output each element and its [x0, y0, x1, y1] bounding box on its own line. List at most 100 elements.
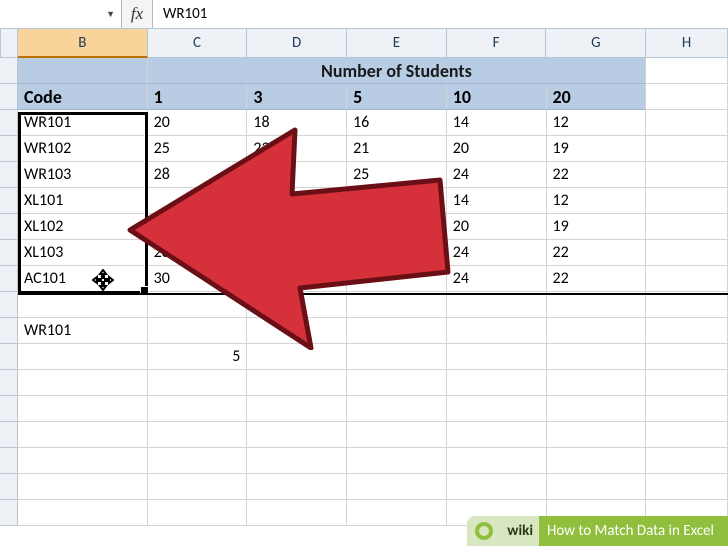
cell[interactable]	[148, 448, 248, 474]
cell[interactable]: 30	[148, 266, 248, 292]
row-header[interactable]	[0, 162, 18, 188]
cell[interactable]	[447, 422, 547, 448]
cell[interactable]	[247, 422, 347, 448]
name-box[interactable]: ▼	[0, 0, 122, 28]
cell[interactable]	[646, 188, 728, 214]
cell[interactable]	[148, 500, 248, 526]
cell[interactable]	[547, 396, 647, 422]
row-header[interactable]	[0, 318, 18, 344]
cell[interactable]: 21	[347, 136, 447, 162]
cell[interactable]	[247, 162, 347, 188]
cell[interactable]: 22	[547, 266, 647, 292]
cell[interactable]	[447, 318, 547, 344]
cell[interactable]	[347, 500, 447, 526]
cell[interactable]: 25	[347, 162, 447, 188]
row-header[interactable]	[0, 396, 18, 422]
cell[interactable]: 16	[347, 188, 447, 214]
cell[interactable]	[547, 474, 647, 500]
cell[interactable]: 20	[148, 110, 248, 136]
cell[interactable]	[247, 500, 347, 526]
cell[interactable]: 20	[447, 214, 547, 240]
cell-b2[interactable]	[18, 58, 148, 84]
cell[interactable]: 26	[347, 266, 447, 292]
cell[interactable]	[247, 318, 347, 344]
row-header[interactable]	[0, 188, 18, 214]
cell[interactable]	[18, 370, 148, 396]
row-header[interactable]	[0, 214, 18, 240]
cell[interactable]	[447, 344, 547, 370]
cell[interactable]	[18, 292, 148, 318]
cell-num-header[interactable]: 3	[247, 84, 347, 110]
cell[interactable]	[347, 422, 447, 448]
cell[interactable]	[347, 318, 447, 344]
cell[interactable]	[447, 370, 547, 396]
cell[interactable]: 21	[347, 214, 447, 240]
cell[interactable]	[18, 344, 148, 370]
cell[interactable]	[347, 240, 447, 266]
cell[interactable]	[247, 188, 347, 214]
cell[interactable]: 14	[447, 110, 547, 136]
col-header-g[interactable]: G	[546, 28, 646, 58]
row-header[interactable]	[0, 84, 18, 110]
col-header-e[interactable]: E	[347, 28, 447, 58]
row-header[interactable]	[0, 474, 18, 500]
cell[interactable]: 12	[547, 188, 647, 214]
cell-num-header[interactable]: 20	[547, 84, 647, 110]
cell[interactable]	[646, 136, 728, 162]
cell[interactable]	[646, 292, 728, 318]
select-all-corner[interactable]	[0, 28, 18, 58]
cell[interactable]	[547, 292, 647, 318]
merged-title-cell[interactable]: Number of Students	[148, 58, 647, 84]
cell[interactable]: 28	[148, 162, 248, 188]
cell[interactable]: 24	[447, 240, 547, 266]
cell[interactable]	[646, 474, 728, 500]
cell[interactable]	[646, 422, 728, 448]
cell-code[interactable]: XL103	[18, 240, 148, 266]
cell[interactable]	[247, 292, 347, 318]
col-header-b[interactable]: B	[18, 28, 148, 58]
cell-code[interactable]: WR103	[18, 162, 148, 188]
row-header[interactable]	[0, 422, 18, 448]
cell[interactable]	[646, 344, 728, 370]
row-header[interactable]	[0, 58, 18, 84]
cell[interactable]	[247, 344, 347, 370]
col-header-d[interactable]: D	[247, 28, 347, 58]
cell[interactable]: WR101	[18, 318, 148, 344]
cell[interactable]	[646, 266, 728, 292]
fx-button[interactable]: fx	[122, 0, 153, 28]
cell[interactable]	[646, 370, 728, 396]
cell[interactable]	[347, 448, 447, 474]
row-header[interactable]	[0, 110, 18, 136]
col-header-f[interactable]: F	[447, 28, 547, 58]
cell[interactable]	[646, 448, 728, 474]
cell[interactable]	[18, 448, 148, 474]
row-header[interactable]	[0, 266, 18, 292]
cell[interactable]	[646, 214, 728, 240]
cell[interactable]	[646, 318, 728, 344]
cell[interactable]	[447, 448, 547, 474]
cell[interactable]: 23	[247, 136, 347, 162]
cell[interactable]: 14	[447, 188, 547, 214]
cell-num-header[interactable]: 10	[447, 84, 547, 110]
cell[interactable]	[148, 292, 248, 318]
spreadsheet-grid[interactable]: B C D E F G H Number of Students Code 1 …	[0, 28, 728, 526]
row-header[interactable]	[0, 292, 18, 318]
cell[interactable]	[646, 162, 728, 188]
cell[interactable]	[347, 370, 447, 396]
cell-h2[interactable]	[646, 58, 728, 84]
cell[interactable]: 24	[447, 266, 547, 292]
cell[interactable]: 19	[547, 214, 647, 240]
cell[interactable]	[447, 292, 547, 318]
cell[interactable]	[148, 188, 248, 214]
cell[interactable]	[247, 448, 347, 474]
cell[interactable]	[18, 422, 148, 448]
cell[interactable]	[247, 266, 347, 292]
cell[interactable]: 22	[547, 240, 647, 266]
cell-code[interactable]: XL102	[18, 214, 148, 240]
cell[interactable]	[646, 110, 728, 136]
cell[interactable]	[148, 422, 248, 448]
cell[interactable]	[247, 474, 347, 500]
cell[interactable]	[547, 448, 647, 474]
cell[interactable]	[547, 370, 647, 396]
cell-code-header[interactable]: Code	[18, 84, 148, 110]
